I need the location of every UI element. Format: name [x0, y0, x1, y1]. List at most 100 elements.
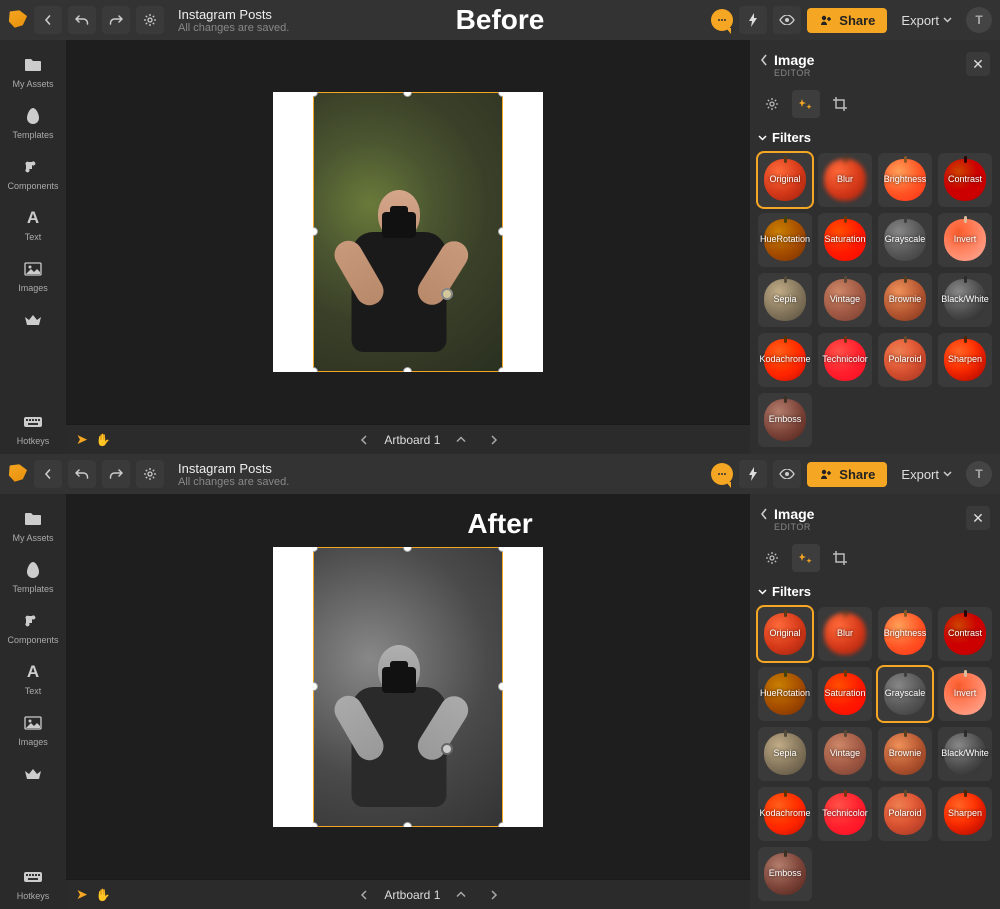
resize-handle-nw[interactable]	[313, 547, 318, 552]
filter-brownie[interactable]: Brownie	[878, 273, 932, 327]
export-button[interactable]: Export	[893, 462, 960, 487]
image-crop-tab[interactable]	[826, 90, 854, 118]
undo-button[interactable]	[68, 460, 96, 488]
sidebar-components[interactable]: Components	[0, 602, 66, 653]
sidebar-templates[interactable]: Templates	[0, 97, 66, 148]
resize-handle-n[interactable]	[403, 547, 412, 552]
filter-emboss[interactable]: Emboss	[758, 393, 812, 447]
selected-image[interactable]	[313, 547, 503, 827]
filter-original[interactable]: Original	[758, 607, 812, 661]
panel-close-button[interactable]: ✕	[966, 506, 990, 530]
settings-button[interactable]	[136, 460, 164, 488]
filter-brightness[interactable]: Brightness	[878, 153, 932, 207]
filter-black-white[interactable]: Black/White	[938, 727, 992, 781]
redo-button[interactable]	[102, 6, 130, 34]
hand-tool-icon[interactable]: ✋	[96, 433, 111, 447]
flash-button[interactable]	[739, 460, 767, 488]
filter-sepia[interactable]: Sepia	[758, 727, 812, 781]
sidebar-images[interactable]: Images	[0, 250, 66, 301]
artboard[interactable]	[273, 547, 543, 827]
settings-button[interactable]	[136, 6, 164, 34]
resize-handle-s[interactable]	[403, 822, 412, 827]
next-artboard-button[interactable]	[482, 435, 506, 445]
undo-button[interactable]	[68, 6, 96, 34]
filter-emboss[interactable]: Emboss	[758, 847, 812, 901]
resize-handle-n[interactable]	[403, 92, 412, 97]
resize-handle-w[interactable]	[313, 682, 318, 691]
flash-button[interactable]	[739, 6, 767, 34]
filter-technicolor[interactable]: Technicolor	[818, 333, 872, 387]
resize-handle-se[interactable]	[498, 367, 503, 372]
filter-kodachrome[interactable]: Kodachrome	[758, 333, 812, 387]
cursor-tool-icon[interactable]: ➤	[76, 886, 88, 903]
resize-handle-e[interactable]	[498, 227, 503, 236]
filters-section-header[interactable]: Filters	[758, 126, 992, 153]
resize-handle-sw[interactable]	[313, 822, 318, 827]
user-avatar[interactable]: T	[966, 7, 992, 33]
canvas[interactable]	[66, 40, 750, 424]
filter-brownie[interactable]: Brownie	[878, 727, 932, 781]
resize-handle-nw[interactable]	[313, 92, 318, 97]
panel-back-button[interactable]	[760, 52, 768, 66]
filter-sharpen[interactable]: Sharpen	[938, 787, 992, 841]
artboard-expand-button[interactable]	[448, 436, 474, 443]
sidebar-templates[interactable]: Templates	[0, 551, 66, 602]
export-button[interactable]: Export	[893, 8, 960, 33]
filter-polaroid[interactable]: Polaroid	[878, 787, 932, 841]
sidebar-premium[interactable]	[0, 755, 66, 793]
filter-sepia[interactable]: Sepia	[758, 273, 812, 327]
image-filters-tab[interactable]	[792, 90, 820, 118]
filter-contrast[interactable]: Contrast	[938, 153, 992, 207]
filter-contrast[interactable]: Contrast	[938, 607, 992, 661]
selected-image[interactable]	[313, 92, 503, 372]
share-button[interactable]: Share	[807, 462, 887, 487]
image-settings-tab[interactable]	[758, 90, 786, 118]
prev-artboard-button[interactable]	[352, 890, 376, 900]
filter-grayscale[interactable]: Grayscale	[878, 667, 932, 721]
image-filters-tab[interactable]	[792, 544, 820, 572]
filter-polaroid[interactable]: Polaroid	[878, 333, 932, 387]
filter-hue-rotation[interactable]: HueRotation	[758, 667, 812, 721]
filter-saturation[interactable]: Saturation	[818, 213, 872, 267]
artboard-name[interactable]: Artboard 1	[384, 433, 440, 447]
image-crop-tab[interactable]	[826, 544, 854, 572]
filter-invert[interactable]: Invert	[938, 213, 992, 267]
sidebar-premium[interactable]	[0, 301, 66, 339]
filters-section-header[interactable]: Filters	[758, 580, 992, 607]
share-button[interactable]: Share	[807, 8, 887, 33]
resize-handle-e[interactable]	[498, 682, 503, 691]
filter-hue-rotation[interactable]: HueRotation	[758, 213, 812, 267]
panel-back-button[interactable]	[760, 506, 768, 520]
resize-handle-ne[interactable]	[498, 547, 503, 552]
sidebar-my-assets[interactable]: My Assets	[0, 46, 66, 97]
filter-original[interactable]: Original	[758, 153, 812, 207]
resize-handle-se[interactable]	[498, 822, 503, 827]
panel-close-button[interactable]: ✕	[966, 52, 990, 76]
next-artboard-button[interactable]	[482, 890, 506, 900]
artboard-name[interactable]: Artboard 1	[384, 888, 440, 902]
filter-invert[interactable]: Invert	[938, 667, 992, 721]
chat-icon[interactable]	[711, 463, 733, 485]
filter-vintage[interactable]: Vintage	[818, 727, 872, 781]
filter-technicolor[interactable]: Technicolor	[818, 787, 872, 841]
sidebar-my-assets[interactable]: My Assets	[0, 500, 66, 551]
resize-handle-s[interactable]	[403, 367, 412, 372]
image-settings-tab[interactable]	[758, 544, 786, 572]
sidebar-components[interactable]: Components	[0, 148, 66, 199]
filter-blur[interactable]: Blur	[818, 607, 872, 661]
canvas[interactable]	[66, 494, 750, 879]
sidebar-images[interactable]: Images	[0, 704, 66, 755]
filter-vintage[interactable]: Vintage	[818, 273, 872, 327]
back-button[interactable]	[34, 6, 62, 34]
filter-black-white[interactable]: Black/White	[938, 273, 992, 327]
resize-handle-ne[interactable]	[498, 92, 503, 97]
cursor-tool-icon[interactable]: ➤	[76, 431, 88, 448]
back-button[interactable]	[34, 460, 62, 488]
chat-icon[interactable]	[711, 9, 733, 31]
preview-button[interactable]	[773, 6, 801, 34]
redo-button[interactable]	[102, 460, 130, 488]
filter-saturation[interactable]: Saturation	[818, 667, 872, 721]
sidebar-text[interactable]: AText	[0, 199, 66, 250]
sidebar-hotkeys[interactable]: Hotkeys	[0, 858, 66, 909]
resize-handle-sw[interactable]	[313, 367, 318, 372]
